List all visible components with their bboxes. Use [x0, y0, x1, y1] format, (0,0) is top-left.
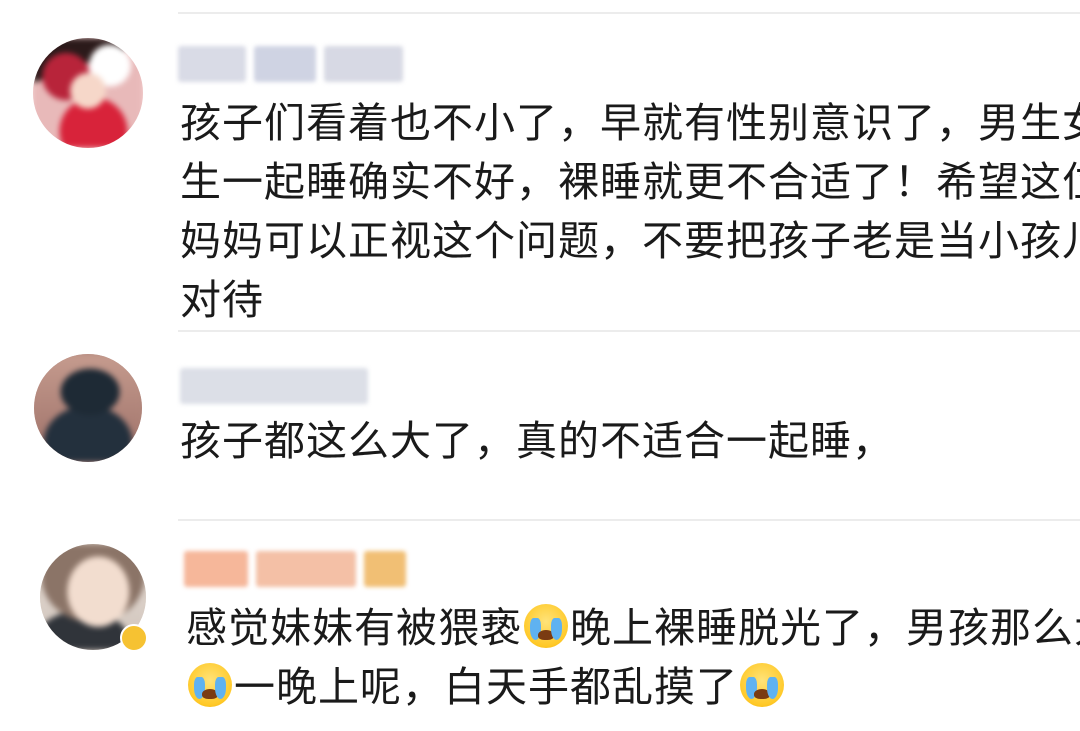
comment-divider: [178, 330, 1080, 332]
username[interactable]: [180, 368, 368, 404]
comment-text-segment: 晚上裸睡脱光了，男孩那么大: [570, 604, 1080, 652]
comment-line: 妈妈可以正视这个问题，不要把孩子老是当小孩儿: [180, 217, 1080, 265]
comment-line: 生一起睡确实不好，裸睡就更不合适了！希望这位: [180, 158, 1080, 206]
user-avatar[interactable]: [34, 354, 142, 462]
comment-text: 孩子们看着也不小了，早就有性别意识了，男生女 生一起睡确实不好，裸睡就更不合适了…: [180, 94, 1080, 330]
comment-text: 孩子都这么大了，真的不适合一起睡，: [180, 412, 894, 471]
crying-face-icon: [188, 663, 232, 707]
comment-line: 感觉妹妹有被猥亵 晚上裸睡脱光了，男孩那么大: [186, 599, 1080, 658]
comment-divider: [178, 519, 1080, 521]
crying-face-icon: [524, 604, 568, 648]
comment-line: 对待: [180, 276, 264, 324]
crying-face-icon: [740, 663, 784, 707]
comment-line: 孩子都这么大了，真的不适合一起睡，: [180, 417, 894, 465]
vip-badge-icon: [120, 624, 148, 652]
user-avatar[interactable]: [33, 38, 143, 148]
comment-line: 孩子们看着也不小了，早就有性别意识了，男生女: [180, 99, 1080, 147]
comment-text-segment: 一晚上呢，白天手都乱摸了: [234, 663, 738, 711]
username[interactable]: [178, 46, 403, 82]
comment-line: 一晚上呢，白天手都乱摸了: [186, 658, 1080, 717]
username[interactable]: [184, 551, 406, 587]
comment-text-segment: 感觉妹妹有被猥亵: [186, 604, 522, 652]
comment-divider: [178, 12, 1080, 14]
comment-text: 感觉妹妹有被猥亵 晚上裸睡脱光了，男孩那么大 一晚上呢，白天手都乱摸了: [186, 599, 1080, 717]
